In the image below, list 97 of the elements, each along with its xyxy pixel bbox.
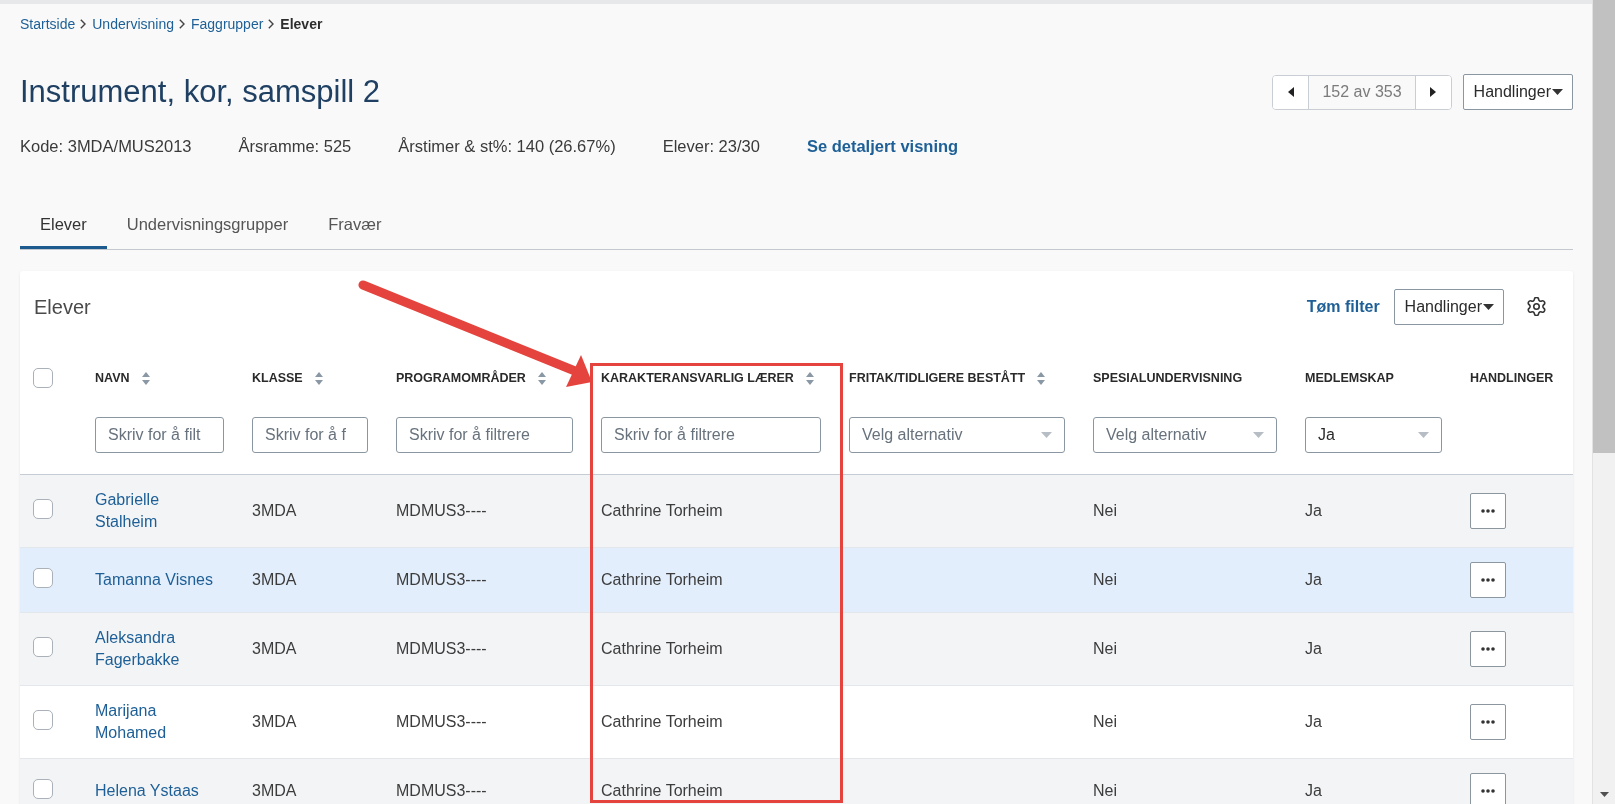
checkbox[interactable] (33, 637, 53, 657)
program-area-text: MDMUS3---- (396, 640, 487, 657)
tab[interactable]: Fravær (308, 202, 402, 249)
breadcrumb-link[interactable]: Startside (20, 15, 76, 33)
column-heading: MEDLEMSKAP (1305, 370, 1394, 386)
row-actions-button[interactable] (1470, 493, 1506, 529)
filter-input[interactable]: Skriv for å filtrere (601, 417, 821, 453)
ellipsis-icon (1481, 720, 1495, 724)
filter-input[interactable]: Skriv for å filt (95, 417, 224, 453)
caret-down-icon (1552, 89, 1563, 95)
filter-select[interactable]: Velg alternativ (849, 417, 1065, 453)
ellipsis-icon (1481, 509, 1495, 513)
sort-icon[interactable] (314, 371, 323, 385)
student-name-link[interactable]: Marijana Mohamed (95, 700, 221, 744)
teacher-name: Cathrine Torheim (601, 782, 723, 799)
special-education-value: Nei (1093, 640, 1117, 657)
caret-down-icon (1418, 432, 1429, 438)
membership-value: Ja (1305, 502, 1322, 519)
settings-icon[interactable] (1527, 297, 1546, 316)
program-area-text: MDMUS3---- (396, 782, 487, 799)
program-area-text: MDMUS3---- (396, 571, 487, 588)
membership-value: Ja (1305, 713, 1322, 730)
scrollbar-thumb[interactable] (1593, 0, 1615, 453)
breadcrumb-link[interactable]: Elever (280, 15, 323, 33)
card-title: Elever (34, 294, 91, 320)
special-education-value: Nei (1093, 782, 1117, 799)
teacher-name: Cathrine Torheim (601, 713, 723, 730)
actions-dropdown-button[interactable]: Handlinger (1462, 74, 1573, 110)
special-education-value: Nei (1093, 502, 1117, 519)
filter-select[interactable]: Velg alternativ (1093, 417, 1277, 453)
column-heading[interactable]: KLASSE (252, 370, 303, 386)
caret-down-icon (1483, 303, 1494, 310)
program-area-text: MDMUS3---- (396, 502, 487, 519)
membership-value: Ja (1305, 571, 1322, 588)
row-actions-button[interactable] (1470, 773, 1506, 804)
class-text: 3MDA (252, 713, 297, 730)
column-heading: HANDLINGER (1470, 370, 1554, 386)
meta-info: Årstimer & st%: 140 (26.67%) (398, 136, 616, 156)
column-heading[interactable]: NAVN (95, 370, 130, 386)
membership-value: Ja (1305, 782, 1322, 799)
checkbox[interactable] (33, 499, 53, 519)
column-heading[interactable]: KARAKTERANSVARLIG LÆRER (601, 370, 794, 386)
meta-info: Elever: 23/30 (662, 136, 760, 156)
breadcrumb-link[interactable]: Undervisning (92, 15, 174, 33)
column-heading[interactable]: PROGRAMOMRÅDER (396, 370, 526, 386)
class-text: 3MDA (252, 571, 297, 588)
ellipsis-icon (1481, 789, 1495, 793)
caret-down-icon (1041, 432, 1052, 438)
special-education-value: Nei (1093, 713, 1117, 730)
checkbox[interactable] (33, 779, 53, 799)
chevron-right-icon (268, 19, 275, 29)
sort-icon[interactable] (1037, 371, 1046, 385)
column-heading[interactable]: FRITAK/TIDLIGERE BESTÅTT (849, 370, 1026, 386)
row-actions-button[interactable] (1470, 562, 1506, 598)
page-counter: 152 av 353 (1308, 75, 1416, 109)
sort-icon[interactable] (537, 371, 546, 385)
detail-view-link[interactable]: Se detaljert visning (806, 136, 959, 156)
tab[interactable]: Undervisningsgrupper (106, 202, 309, 249)
scroll-down-icon[interactable] (1599, 792, 1609, 797)
caret-down-icon (1253, 432, 1264, 438)
ellipsis-icon (1481, 647, 1495, 651)
column-heading: SPESIALUNDERVISNING (1093, 370, 1243, 386)
checkbox[interactable] (33, 710, 53, 730)
teacher-name: Cathrine Torheim (601, 571, 723, 588)
student-name-link[interactable]: Aleksandra Fagerbakke (95, 627, 221, 671)
membership-value: Ja (1305, 640, 1322, 657)
filter-input[interactable]: Skriv for å f (252, 417, 368, 453)
teacher-name: Cathrine Torheim (601, 640, 723, 657)
row-actions-button[interactable] (1470, 631, 1506, 667)
teacher-name: Cathrine Torheim (601, 502, 723, 519)
class-text: 3MDA (252, 502, 297, 519)
special-education-value: Nei (1093, 571, 1117, 588)
caret-left-icon (1287, 87, 1294, 97)
sort-icon[interactable] (141, 371, 150, 385)
filter-select[interactable]: Ja (1305, 417, 1442, 453)
student-name-link[interactable]: Helena Ystaas (95, 780, 221, 802)
breadcrumb-link[interactable]: Faggrupper (190, 15, 264, 33)
student-name-link[interactable]: Tamanna Visnes (95, 569, 221, 591)
row-actions-button[interactable] (1470, 704, 1506, 740)
class-text: 3MDA (252, 782, 297, 799)
clear-filter-link[interactable]: Tøm filter (1306, 297, 1380, 316)
class-text: 3MDA (252, 640, 297, 657)
checkbox[interactable] (33, 568, 53, 588)
ellipsis-icon (1481, 578, 1495, 582)
meta-info: Årsramme: 525 (238, 136, 352, 156)
program-area-text: MDMUS3---- (396, 713, 487, 730)
chevron-right-icon (178, 19, 185, 29)
actions-dropdown-button[interactable]: Handlinger (1393, 288, 1504, 325)
caret-right-icon (1430, 87, 1437, 97)
chevron-right-icon (80, 19, 87, 29)
student-name-link[interactable]: Gabrielle Stalheim (95, 489, 221, 533)
filter-input[interactable]: Skriv for å filtrere (396, 417, 573, 453)
meta-info: Kode: 3MDA/MUS2013 (20, 136, 192, 156)
checkbox[interactable] (33, 368, 53, 388)
tab[interactable]: Elever (20, 202, 107, 249)
page-title: Instrument, kor, samspill 2 (20, 73, 381, 111)
sort-icon[interactable] (805, 371, 814, 385)
